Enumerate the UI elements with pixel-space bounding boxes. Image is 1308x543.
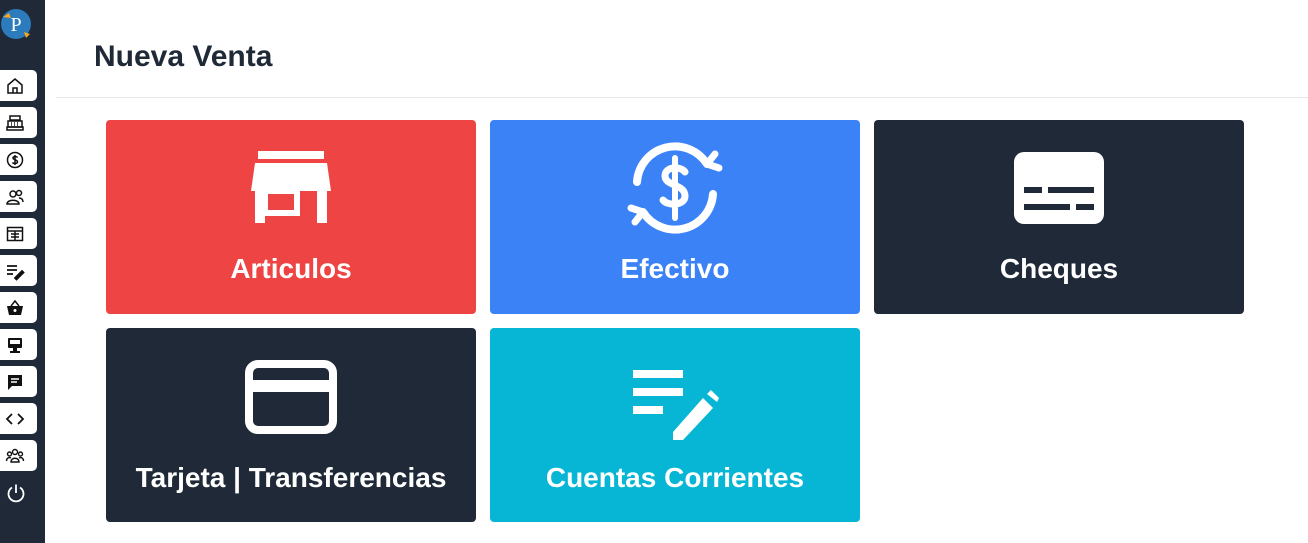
edit-list-icon [6,264,25,281]
tile-cuentas-corrientes-label: Cuentas Corrientes [545,462,805,493]
tile-efectivo[interactable]: Efectivo [490,120,860,314]
tile-cheques-label: Cheques [999,253,1119,284]
dollar-exchange-icon [627,142,723,234]
tile-cuentas-corrientes[interactable]: Cuentas Corrientes [490,328,860,522]
sidebar-item-basket[interactable] [0,292,37,323]
tile-tarjeta-transferencias-label: Tarjeta | Transferencias [135,462,447,493]
pos-icon [7,337,22,353]
edit-list-icon [633,370,719,440]
power-icon[interactable] [5,482,27,504]
page-title: Nueva Venta [94,40,273,73]
sidebar-item-group[interactable] [0,440,37,471]
sidebar-item-edit-list[interactable] [0,255,37,286]
tile-cheques[interactable]: Cheques [874,120,1244,314]
calendar-icon [6,226,23,241]
message-icon [7,374,22,390]
code-icon [5,412,24,425]
check-card-icon [1014,152,1104,224]
tile-articulos-label: Articulos [230,253,352,284]
sidebar-item-point-of-sale[interactable] [0,329,37,360]
tile-efectivo-label: Efectivo [620,253,730,284]
tile-articulos[interactable]: Articulos [106,120,476,314]
sidebar-item-calendar[interactable] [0,218,37,249]
dollar-circle-icon [6,151,23,168]
home-icon [6,77,23,94]
tile-tarjeta-transferencias[interactable]: Tarjeta | Transferencias [106,328,476,522]
store-icon [251,151,331,223]
group-icon [5,448,24,463]
sidebar-item-dollar[interactable] [0,144,37,175]
sidebar: P [0,0,45,543]
sidebar-item-code[interactable] [0,403,37,434]
sidebar-item-users[interactable] [0,181,37,212]
credit-card-icon [245,360,337,434]
logo-icon[interactable]: P [0,8,32,40]
users-icon [5,189,24,205]
cash-register-icon [5,114,24,131]
sidebar-item-cash-register[interactable] [0,107,37,138]
logo-letter: P [10,14,21,36]
header-divider [56,97,1308,98]
sidebar-item-messages[interactable] [0,366,37,397]
basket-icon [6,299,23,315]
sidebar-item-home[interactable] [0,70,37,101]
